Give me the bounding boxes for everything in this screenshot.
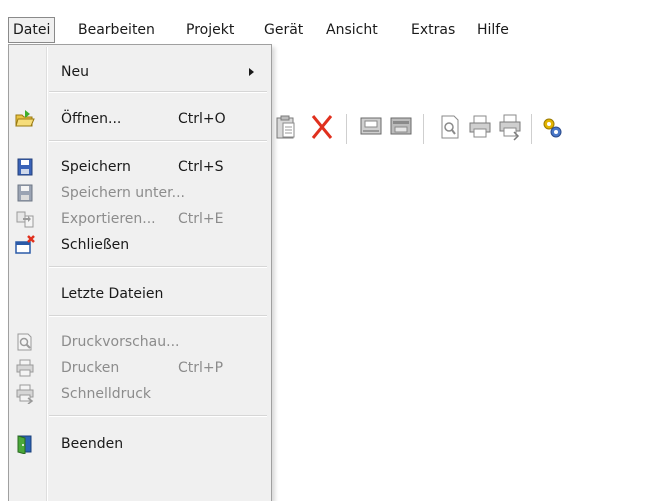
close-window-icon	[15, 235, 35, 254]
menu-bearbeiten[interactable]: Bearbeiten	[74, 17, 159, 43]
menu-item-exit-label: Beenden	[61, 436, 124, 452]
delete-icon[interactable]	[308, 108, 338, 148]
datei-dropdown-menu: Neu Öffnen... Ctrl+O Speichern Ctrl+S Sp…	[8, 44, 272, 501]
paste-icon[interactable]	[272, 108, 302, 148]
menu-item-print-label: Drucken	[61, 360, 120, 376]
menu-item-print-preview[interactable]: Druckvorschau...	[11, 329, 267, 355]
menu-item-export[interactable]: Exportieren... Ctrl+E	[11, 206, 267, 232]
save-icon	[17, 158, 33, 176]
menu-item-save-as-label: Speichern unter...	[61, 185, 185, 201]
open-folder-icon	[15, 110, 35, 127]
menu-item-print-preview-label: Druckvorschau...	[61, 334, 180, 350]
toolbar-separator	[531, 114, 532, 144]
print-icon[interactable]	[466, 108, 496, 148]
menu-separator	[49, 266, 267, 268]
menu-item-save-label: Speichern	[61, 159, 131, 175]
menu-item-quick-print[interactable]: Schnelldruck	[11, 381, 267, 407]
menu-item-exit[interactable]: Beenden	[11, 431, 267, 457]
menu-item-open-shortcut: Ctrl+O	[178, 111, 226, 127]
device-icon[interactable]	[357, 108, 387, 148]
menu-item-quick-print-label: Schnelldruck	[61, 386, 152, 402]
menu-projekt[interactable]: Projekt	[182, 17, 238, 43]
menu-geraet[interactable]: Gerät	[260, 17, 307, 43]
device-read-icon[interactable]	[387, 108, 417, 148]
menu-item-recent-files[interactable]: Letzte Dateien	[11, 281, 267, 307]
menu-item-save-as[interactable]: Speichern unter...	[11, 180, 267, 206]
menu-item-recent-files-label: Letzte Dateien	[61, 286, 164, 302]
save-as-icon	[17, 184, 33, 202]
menu-item-open-label: Öffnen...	[61, 111, 122, 127]
menu-item-new-label: Neu	[61, 64, 89, 80]
menu-separator	[49, 140, 267, 142]
menu-item-save[interactable]: Speichern Ctrl+S	[11, 154, 267, 180]
menu-hilfe[interactable]: Hilfe	[473, 17, 513, 43]
print-icon	[16, 359, 34, 377]
quick-print-icon[interactable]	[496, 108, 526, 148]
menu-separator	[49, 91, 267, 93]
menu-ansicht[interactable]: Ansicht	[322, 17, 382, 43]
menu-item-print-shortcut: Ctrl+P	[178, 360, 224, 376]
quick-print-icon	[16, 384, 34, 404]
print-preview-icon	[17, 333, 32, 351]
menu-extras[interactable]: Extras	[407, 17, 459, 43]
submenu-arrow-icon	[249, 68, 254, 76]
menu-item-new[interactable]: Neu	[11, 59, 267, 85]
menu-item-export-shortcut: Ctrl+E	[178, 211, 224, 227]
menu-item-print[interactable]: Drucken Ctrl+P	[11, 355, 267, 381]
menu-item-close-label: Schließen	[61, 237, 130, 253]
menu-separator	[49, 315, 267, 317]
print-preview-icon[interactable]	[436, 108, 466, 148]
exit-door-icon	[17, 435, 32, 454]
toolbar-separator	[346, 114, 347, 144]
menu-item-close[interactable]: Schließen	[11, 232, 267, 258]
settings-icon[interactable]	[540, 108, 570, 148]
menu-item-save-shortcut: Ctrl+S	[178, 159, 224, 175]
menu-datei[interactable]: Datei	[8, 17, 56, 43]
menu-separator	[49, 415, 267, 417]
toolbar-separator	[423, 114, 424, 144]
menu-item-open[interactable]: Öffnen... Ctrl+O	[11, 106, 267, 132]
menu-item-export-label: Exportieren...	[61, 211, 156, 227]
menu-bar: Datei Bearbeiten Projekt Gerät Ansicht E…	[0, 0, 651, 48]
export-icon	[16, 211, 34, 228]
